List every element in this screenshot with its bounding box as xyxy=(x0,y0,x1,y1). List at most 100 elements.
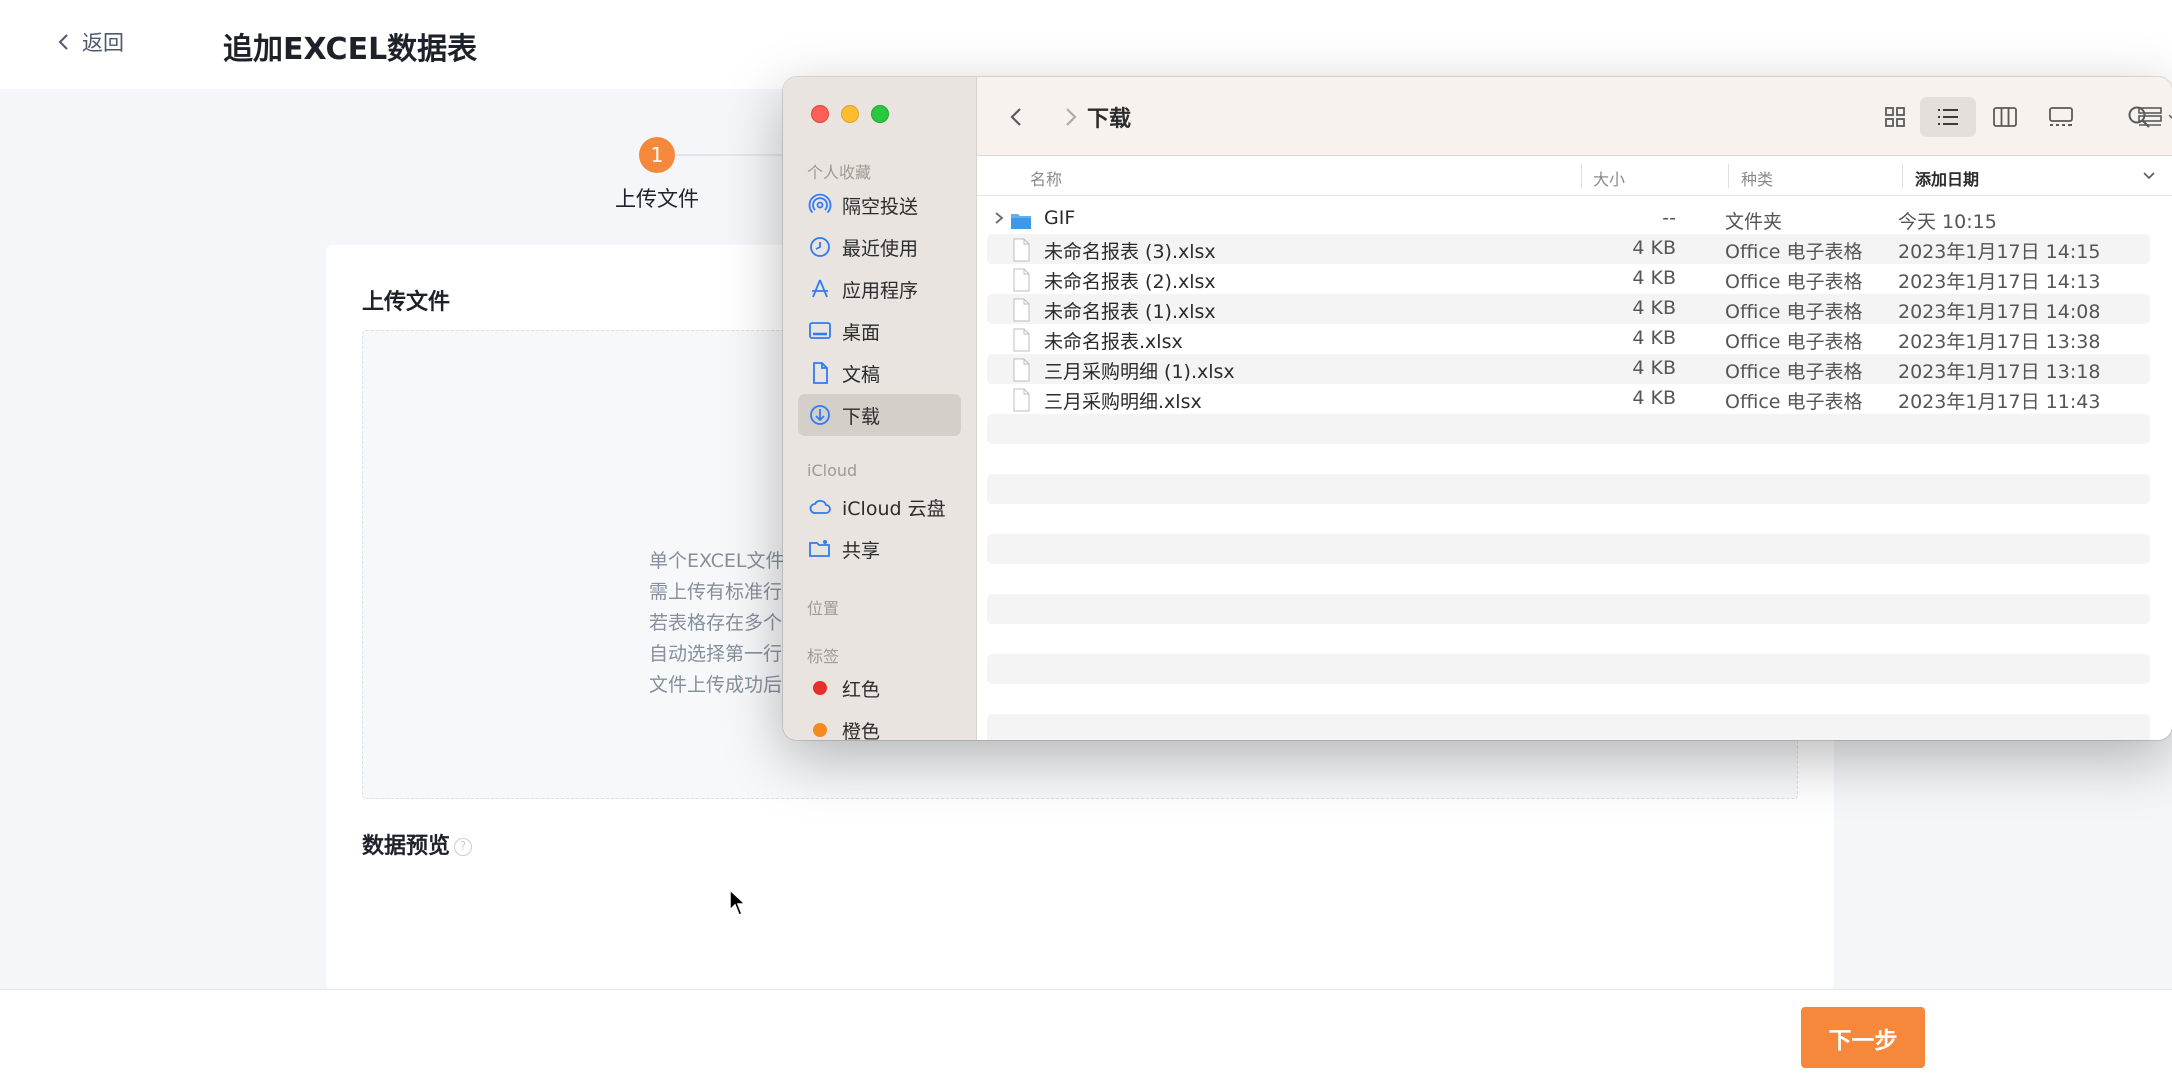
spreadsheet-file-icon xyxy=(1013,328,1030,352)
chevron-right-icon xyxy=(1066,108,1077,126)
locations-header: 位置 xyxy=(807,599,840,618)
file-row-folder[interactable]: GIF -- 文件夹 今天 10:15 xyxy=(987,204,2150,234)
empty-row xyxy=(987,594,2150,624)
file-kind: 文件夹 xyxy=(1725,211,1783,233)
column-divider[interactable] xyxy=(1902,164,1903,188)
file-row[interactable]: 未命名报表 (1).xlsx 4 KB Office 电子表格 2023年1月1… xyxy=(987,294,2150,324)
search-toolbar-button[interactable] xyxy=(2117,97,2161,137)
finder-folder-title: 下载 xyxy=(1087,107,1132,132)
spreadsheet-file-icon xyxy=(1013,358,1030,382)
file-date: 2023年1月17日 13:18 xyxy=(1898,361,2101,383)
finder-window: 个人收藏 隔空投送 最近使用 应用程序 桌面 文稿 下载 iCloud iClo… xyxy=(783,77,2172,740)
spreadsheet-file-icon xyxy=(1013,388,1030,412)
chevron-down-icon xyxy=(2168,114,2172,119)
document-icon xyxy=(813,362,828,384)
sidebar-item-documents[interactable]: 文稿 xyxy=(798,352,961,394)
gallery-view-button[interactable] xyxy=(2039,97,2083,137)
file-size: -- xyxy=(1662,207,1676,229)
sidebar-item-label: 红色 xyxy=(842,678,881,701)
step-upload: 1 上传文件 xyxy=(615,137,699,213)
sort-chevron-down-icon[interactable] xyxy=(2142,169,2156,183)
file-date: 2023年1月17日 14:08 xyxy=(1898,301,2101,323)
icon-view-button[interactable] xyxy=(1873,97,1917,137)
close-window-button[interactable] xyxy=(811,105,829,123)
column-header-kind[interactable]: 种类 xyxy=(1741,166,1773,190)
sidebar-tag-red[interactable]: 红色 xyxy=(798,667,961,709)
file-row[interactable]: 三月采购明细.xlsx 4 KB Office 电子表格 2023年1月17日 … xyxy=(987,384,2150,414)
sidebar-item-downloads[interactable]: 下载 xyxy=(798,394,961,436)
upload-section-title: 上传文件 xyxy=(362,290,451,315)
icloud-header: iCloud xyxy=(807,461,858,480)
empty-row xyxy=(987,414,2150,444)
clock-icon xyxy=(810,237,830,257)
folder-icon xyxy=(1011,214,1031,229)
sidebar-item-applications[interactable]: 应用程序 xyxy=(798,268,961,310)
chevron-left-icon xyxy=(1010,108,1021,126)
file-size: 4 KB xyxy=(1632,237,1676,259)
zoom-window-button[interactable] xyxy=(871,105,889,123)
file-row[interactable]: 未命名报表 (2).xlsx 4 KB Office 电子表格 2023年1月1… xyxy=(987,264,2150,294)
column-view-button[interactable] xyxy=(1983,97,2027,137)
empty-row xyxy=(987,534,2150,564)
column-divider[interactable] xyxy=(1728,164,1729,188)
hint-line: 文件上传成功后 xyxy=(649,674,783,696)
column-header-name[interactable]: 名称 xyxy=(1030,166,1062,190)
preview-section-title: 数据预览? xyxy=(362,828,473,860)
empty-row xyxy=(987,714,2150,740)
window-controls xyxy=(811,105,889,123)
step-label: 上传文件 xyxy=(615,187,699,211)
back-nav-button[interactable] xyxy=(1001,97,1033,137)
file-row[interactable]: 未命名报表 (3).xlsx 4 KB Office 电子表格 2023年1月1… xyxy=(987,234,2150,264)
file-row[interactable]: 三月采购明细 (1).xlsx 4 KB Office 电子表格 2023年1月… xyxy=(987,354,2150,384)
column-header-date[interactable]: 添加日期 xyxy=(1915,166,1979,190)
file-size: 4 KB xyxy=(1632,297,1676,319)
file-name: 未命名报表 (1).xlsx xyxy=(1044,301,1216,323)
favorites-header: 个人收藏 xyxy=(807,163,872,182)
list-view-button[interactable] xyxy=(1920,97,1976,137)
sidebar-item-desktop[interactable]: 桌面 xyxy=(798,310,961,352)
column-header-size[interactable]: 大小 xyxy=(1593,166,1625,190)
step-number: 1 xyxy=(639,137,675,173)
sidebar-item-label: 应用程序 xyxy=(842,279,919,302)
file-name: 三月采购明细.xlsx xyxy=(1044,391,1202,413)
back-label: 返回 xyxy=(82,31,124,55)
mouse-cursor-icon xyxy=(729,889,747,916)
sidebar-item-shared[interactable]: 共享 xyxy=(798,528,961,570)
sidebar-item-label: 文稿 xyxy=(842,363,881,386)
sidebar-item-label: iCloud 云盘 xyxy=(842,497,946,520)
forward-nav-button[interactable] xyxy=(1054,97,1086,137)
next-step-button[interactable]: 下一步 xyxy=(1801,1007,1925,1068)
file-row[interactable]: 未命名报表.xlsx 4 KB Office 电子表格 2023年1月17日 1… xyxy=(987,324,2150,354)
download-icon xyxy=(810,405,830,425)
hint-line: 单个EXCEL文件 xyxy=(649,550,785,572)
search-icon xyxy=(2128,106,2150,128)
help-icon[interactable]: ? xyxy=(454,838,473,856)
cloud-icon xyxy=(809,499,831,514)
column-divider[interactable] xyxy=(1581,164,1582,188)
gallery-view-icon xyxy=(2049,107,2073,126)
sidebar-item-recents[interactable]: 最近使用 xyxy=(798,226,961,268)
sidebar-item-airdrop[interactable]: 隔空投送 xyxy=(798,184,961,226)
sidebar-tag-orange[interactable]: 橙色 xyxy=(798,709,961,740)
tag-dot-icon xyxy=(813,723,827,737)
file-date: 2023年1月17日 14:15 xyxy=(1898,241,2101,263)
tag-dot-icon xyxy=(813,681,827,695)
sidebar-item-icloud-drive[interactable]: iCloud 云盘 xyxy=(798,486,961,528)
file-kind: Office 电子表格 xyxy=(1725,361,1863,383)
list-view-icon xyxy=(1938,109,1958,125)
file-date: 2023年1月17日 13:38 xyxy=(1898,331,2101,353)
preview-title: 数据预览 xyxy=(362,834,451,859)
file-name: GIF xyxy=(1044,207,1076,229)
hint-line: 若表格存在多个 xyxy=(649,612,783,634)
file-size: 4 KB xyxy=(1632,327,1676,349)
file-kind: Office 电子表格 xyxy=(1725,271,1863,293)
disclosure-triangle-icon[interactable] xyxy=(992,210,1006,226)
file-name: 未命名报表 (3).xlsx xyxy=(1044,241,1216,263)
airdrop-icon xyxy=(808,193,832,214)
minimize-window-button[interactable] xyxy=(841,105,859,123)
hint-line: 自动选择第一行 xyxy=(649,643,783,665)
finder-sidebar: 个人收藏 隔空投送 最近使用 应用程序 桌面 文稿 下载 iCloud iClo… xyxy=(783,77,977,740)
upload-hints: 单个EXCEL文件 需上传有标准行 若表格存在多个 自动选择第一行 文件上传成功… xyxy=(649,546,785,701)
tags-header: 标签 xyxy=(807,647,840,666)
back-button[interactable]: 返回 xyxy=(54,26,124,58)
